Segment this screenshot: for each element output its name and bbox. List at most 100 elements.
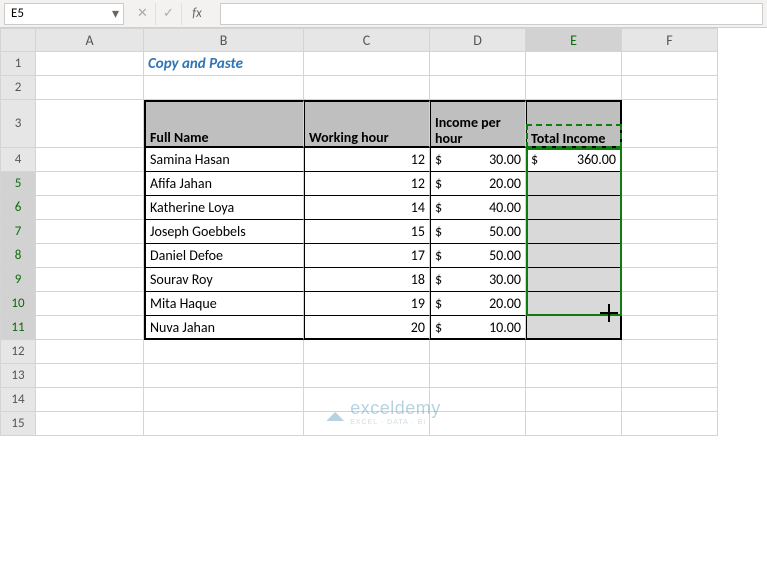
row-header-4[interactable]: 4	[0, 148, 36, 172]
cell-C4[interactable]: 12	[304, 148, 430, 172]
cell-F14[interactable]	[622, 388, 718, 412]
cell-A10[interactable]	[36, 292, 144, 316]
cell-A3[interactable]	[36, 100, 144, 148]
cell-D15[interactable]	[430, 412, 526, 436]
cell-F13[interactable]	[622, 364, 718, 388]
cell-B5[interactable]: Afifa Jahan	[144, 172, 304, 196]
col-header-F[interactable]: F	[622, 28, 718, 52]
cell-E1[interactable]	[526, 52, 622, 76]
cell-F2[interactable]	[622, 76, 718, 100]
cell-B14[interactable]	[144, 388, 304, 412]
cell-D7[interactable]: $50.00	[430, 220, 526, 244]
cell-F5[interactable]	[622, 172, 718, 196]
cell-E8[interactable]	[526, 244, 622, 268]
cell-C6[interactable]: 14	[304, 196, 430, 220]
cell-E2[interactable]	[526, 76, 622, 100]
cell-F8[interactable]	[622, 244, 718, 268]
cell-A15[interactable]	[36, 412, 144, 436]
cell-D2[interactable]	[430, 76, 526, 100]
row-header-9[interactable]: 9	[0, 268, 36, 292]
fx-icon[interactable]: fx	[182, 3, 208, 25]
cell-F10[interactable]	[622, 292, 718, 316]
cell-E6[interactable]	[526, 196, 622, 220]
cell-E10[interactable]	[526, 292, 622, 316]
cell-D13[interactable]	[430, 364, 526, 388]
col-header-C[interactable]: C	[304, 28, 430, 52]
cell-A12[interactable]	[36, 340, 144, 364]
cell-D1[interactable]	[430, 52, 526, 76]
col-header-D[interactable]: D	[430, 28, 526, 52]
col-header-A[interactable]: A	[36, 28, 144, 52]
row-header-13[interactable]: 13	[0, 364, 36, 388]
row-header-5[interactable]: 5	[0, 172, 36, 196]
header-total-income[interactable]: Total Income	[526, 100, 622, 148]
cell-E11[interactable]	[526, 316, 622, 340]
cell-F3[interactable]	[622, 100, 718, 148]
cell-C10[interactable]: 19	[304, 292, 430, 316]
cell-B13[interactable]	[144, 364, 304, 388]
cell-B8[interactable]: Daniel Defoe	[144, 244, 304, 268]
cell-C13[interactable]	[304, 364, 430, 388]
cell-A9[interactable]	[36, 268, 144, 292]
cell-C9[interactable]: 18	[304, 268, 430, 292]
cell-F7[interactable]	[622, 220, 718, 244]
cell-F11[interactable]	[622, 316, 718, 340]
cell-B7[interactable]: Joseph Goebbels	[144, 220, 304, 244]
cell-B9[interactable]: Sourav Roy	[144, 268, 304, 292]
cell-E7[interactable]	[526, 220, 622, 244]
col-header-B[interactable]: B	[144, 28, 304, 52]
cell-F6[interactable]	[622, 196, 718, 220]
row-header-11[interactable]: 11	[0, 316, 36, 340]
cell-B12[interactable]	[144, 340, 304, 364]
cell-D5[interactable]: $20.00	[430, 172, 526, 196]
cell-C11[interactable]: 20	[304, 316, 430, 340]
cell-B15[interactable]	[144, 412, 304, 436]
cell-A7[interactable]	[36, 220, 144, 244]
cell-D4[interactable]: $30.00	[430, 148, 526, 172]
cell-D10[interactable]: $20.00	[430, 292, 526, 316]
cell-A1[interactable]	[36, 52, 144, 76]
row-header-10[interactable]: 10	[0, 292, 36, 316]
cell-B10[interactable]: Mita Haque	[144, 292, 304, 316]
cell-C1[interactable]	[304, 52, 430, 76]
cell-D6[interactable]: $40.00	[430, 196, 526, 220]
cell-C12[interactable]	[304, 340, 430, 364]
cell-B6[interactable]: Katherine Loya	[144, 196, 304, 220]
header-working-hour[interactable]: Working hour	[304, 100, 430, 148]
cell-D14[interactable]	[430, 388, 526, 412]
select-all-corner[interactable]	[0, 28, 36, 52]
spreadsheet-grid[interactable]: A B C D E F 1 Copy and Paste 2 3 Full Na…	[0, 28, 767, 436]
cell-E4[interactable]: $360.00	[526, 148, 622, 172]
cell-A6[interactable]	[36, 196, 144, 220]
cell-C7[interactable]: 15	[304, 220, 430, 244]
cell-reference-input[interactable]	[9, 5, 89, 22]
row-header-15[interactable]: 15	[0, 412, 36, 436]
cell-A13[interactable]	[36, 364, 144, 388]
row-header-1[interactable]: 1	[0, 52, 36, 76]
cell-A4[interactable]	[36, 148, 144, 172]
row-header-8[interactable]: 8	[0, 244, 36, 268]
cell-A8[interactable]	[36, 244, 144, 268]
cell-E5[interactable]	[526, 172, 622, 196]
cell-D11[interactable]: $10.00	[430, 316, 526, 340]
cell-E14[interactable]	[526, 388, 622, 412]
cell-F12[interactable]	[622, 340, 718, 364]
cell-A14[interactable]	[36, 388, 144, 412]
cell-F15[interactable]	[622, 412, 718, 436]
row-header-7[interactable]: 7	[0, 220, 36, 244]
cell-D8[interactable]: $50.00	[430, 244, 526, 268]
cell-B4[interactable]: Samina Hasan	[144, 148, 304, 172]
header-full-name[interactable]: Full Name	[144, 100, 304, 148]
cell-A5[interactable]	[36, 172, 144, 196]
cell-F9[interactable]	[622, 268, 718, 292]
row-header-12[interactable]: 12	[0, 340, 36, 364]
cell-D12[interactable]	[430, 340, 526, 364]
cell-A2[interactable]	[36, 76, 144, 100]
cell-B11[interactable]: Nuva Jahan	[144, 316, 304, 340]
name-box[interactable]: ▾	[4, 3, 124, 25]
cell-E13[interactable]	[526, 364, 622, 388]
cell-F4[interactable]	[622, 148, 718, 172]
cell-F1[interactable]	[622, 52, 718, 76]
col-header-E[interactable]: E	[526, 28, 622, 52]
cell-C5[interactable]: 12	[304, 172, 430, 196]
